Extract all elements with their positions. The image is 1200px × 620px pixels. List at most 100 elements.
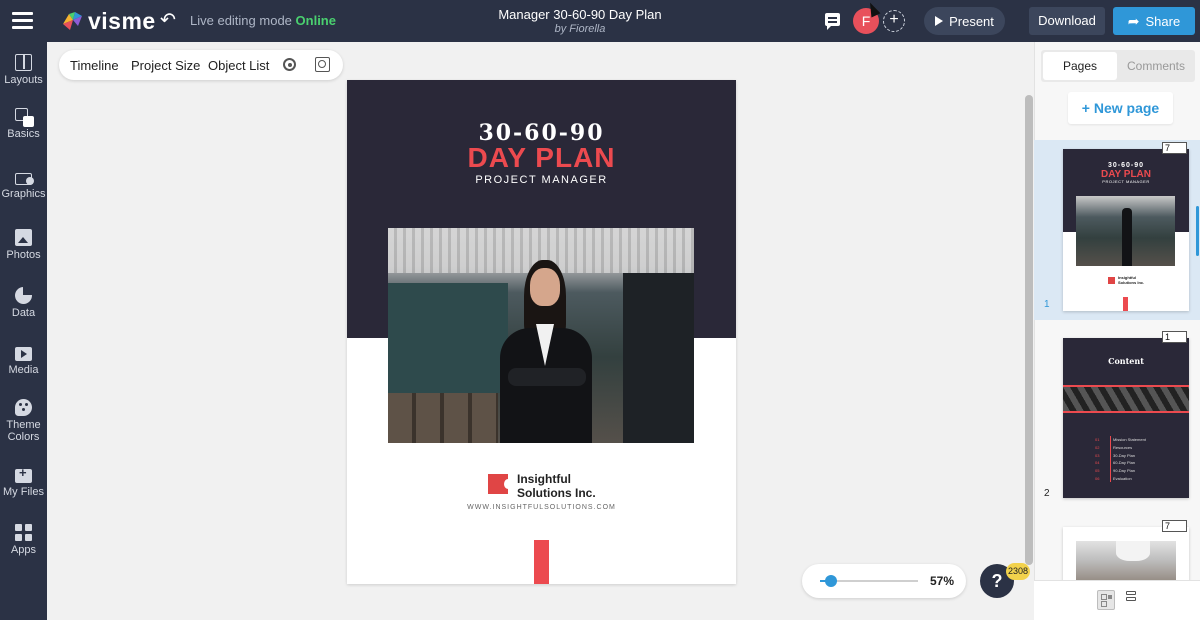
sidebar-item-label: Basics: [7, 128, 40, 140]
company-name[interactable]: Insightful Solutions Inc.: [517, 472, 637, 500]
page-number: 2: [1044, 488, 1050, 499]
my-files-icon: [15, 467, 32, 483]
page-title-day-plan[interactable]: DAY PLAN: [347, 142, 736, 174]
list-item: 02 Resources: [1095, 444, 1133, 450]
thumb-logo-icon: [1108, 277, 1115, 284]
page-thumbnail-3[interactable]: [1063, 527, 1189, 587]
list-item: 05 90-Day Plan: [1095, 468, 1136, 474]
sidebar-item-apps[interactable]: Apps: [0, 524, 47, 556]
present-label: Present: [949, 13, 994, 29]
zoom-control: 57%: [802, 564, 966, 598]
sidebar-item-photos[interactable]: Photos: [0, 229, 47, 261]
list-view-icon[interactable]: [1123, 590, 1139, 610]
sidebar-item-label: Theme: [6, 419, 41, 431]
live-editing-status: Live editing mode Online: [190, 13, 336, 28]
thumb-image-band: [1063, 385, 1189, 413]
timeline-button[interactable]: Timeline: [70, 58, 119, 73]
sidebar-item-media[interactable]: Media: [0, 345, 47, 376]
sidebar-item-data[interactable]: Data: [0, 287, 47, 319]
basics-icon: [15, 108, 34, 127]
zoom-slider-handle[interactable]: [825, 575, 837, 587]
tab-pages[interactable]: Pages: [1043, 52, 1117, 80]
thumb-content-list: 01 Mission Statement 02 Resources 03 30-Day…: [1095, 436, 1185, 483]
thumb-company: Insightful Solutions Inc.: [1118, 275, 1144, 285]
company-logo-icon[interactable]: [488, 474, 512, 494]
thumb-subtitle: PROJECT MANAGER: [1102, 179, 1150, 184]
canvas-toolbar: Timeline Project Size Object List: [59, 50, 343, 80]
sidebar-item-basics[interactable]: Basics: [0, 108, 47, 140]
photos-icon: [15, 229, 32, 246]
share-button[interactable]: ➦ Share: [1113, 7, 1195, 35]
apps-icon: [15, 524, 32, 541]
visme-logo[interactable]: visme: [60, 8, 156, 34]
thumb-photo: [1076, 196, 1175, 266]
settings-gear-icon[interactable]: [283, 58, 296, 71]
document-title[interactable]: Manager 30-60-90 Day Plan: [480, 7, 680, 22]
sidebar-item-layouts[interactable]: Layouts: [0, 54, 47, 86]
left-sidebar: Layouts Basics Graphics Photos Data Medi…: [0, 42, 47, 620]
sidebar-item-theme-colors[interactable]: Theme Colors: [0, 399, 47, 443]
company-name-line-2: Solutions Inc.: [517, 486, 596, 500]
visme-logo-text: visme: [88, 7, 156, 34]
page-badge: 7: [1162, 142, 1187, 154]
company-website[interactable]: WWW.INSIGHTFULSOLUTIONS.COM: [347, 504, 736, 511]
share-arrow-icon: ➦: [1127, 12, 1140, 29]
play-icon: [935, 16, 944, 26]
chat-icon[interactable]: [825, 13, 840, 30]
download-button[interactable]: Download: [1029, 7, 1105, 35]
accent-bar[interactable]: [534, 540, 549, 584]
page-thumbnail-2[interactable]: Content 01 Mission Statement 02 Resources …: [1063, 338, 1189, 498]
sidebar-item-label-2: Colors: [7, 431, 40, 443]
present-button[interactable]: Present: [924, 7, 1005, 35]
list-item: 04 60-Day Plan: [1095, 460, 1136, 466]
page-badge: 7: [1162, 520, 1187, 532]
share-label: Share: [1145, 13, 1181, 29]
undo-icon[interactable]: ↶: [160, 9, 176, 32]
thumb-content-title: Content: [1108, 356, 1144, 366]
sidebar-item-my-files[interactable]: My Files: [0, 467, 47, 498]
pages-scrollbar[interactable]: [1196, 206, 1199, 256]
media-icon: [15, 347, 32, 361]
tab-comments[interactable]: Comments: [1118, 52, 1194, 80]
search-zoom-icon[interactable]: [315, 57, 330, 72]
add-collaborator-icon[interactable]: +: [883, 10, 905, 32]
company-name-line-1: Insightful: [517, 472, 571, 486]
help-notification-badge: 2308: [1006, 563, 1030, 580]
sidebar-item-label: Data: [11, 307, 36, 319]
design-page[interactable]: 30-60-90 DAY PLAN PROJECT MANAGER Insigh…: [347, 80, 736, 584]
page-subtitle[interactable]: PROJECT MANAGER: [347, 174, 736, 186]
visme-logo-mark-icon: [60, 10, 86, 32]
thumb-company-line-2: Solutions Inc.: [1118, 280, 1145, 285]
layouts-icon: [15, 54, 32, 71]
graphics-icon: [15, 173, 34, 185]
theme-colors-icon: [15, 399, 32, 416]
zoom-level[interactable]: 57%: [930, 574, 954, 588]
canvas-scrollbar[interactable]: [1025, 95, 1033, 565]
page-number: 1: [1044, 299, 1050, 310]
page-badge: 1: [1162, 331, 1187, 343]
thumb-accent-bar: [1123, 297, 1128, 311]
view-switcher-bar: [1034, 580, 1200, 620]
sidebar-item-label: Layouts: [4, 74, 43, 86]
project-size-button[interactable]: Project Size: [131, 58, 200, 73]
sidebar-item-label: Graphics: [1, 188, 46, 200]
list-item: 03 30-Day Plan: [1095, 452, 1136, 458]
sidebar-item-label: Media: [8, 364, 39, 376]
list-item: 06 Evaluation: [1095, 475, 1132, 481]
object-list-button[interactable]: Object List: [208, 58, 269, 73]
page-thumbnail-1[interactable]: 30-60-90 DAY PLAN PROJECT MANAGER Insigh…: [1063, 149, 1189, 311]
list-item: 01 Mission Statement: [1095, 437, 1146, 442]
data-icon: [15, 287, 32, 304]
online-status: Online: [295, 13, 336, 28]
sidebar-item-label: Photos: [6, 249, 41, 261]
grid-view-icon[interactable]: [1097, 590, 1115, 610]
sidebar-item-graphics[interactable]: Graphics: [0, 170, 47, 200]
sidebar-item-label: My Files: [3, 486, 44, 498]
businesswoman-photo[interactable]: [388, 228, 694, 443]
document-author: by Fiorella: [554, 23, 606, 35]
new-page-button[interactable]: + New page: [1068, 92, 1173, 124]
sidebar-item-label: Apps: [10, 544, 37, 556]
live-editing-label: Live editing mode: [190, 13, 292, 28]
thumb-title-numbers: 30-60-90: [1107, 162, 1145, 169]
hamburger-menu-icon[interactable]: [12, 12, 33, 29]
